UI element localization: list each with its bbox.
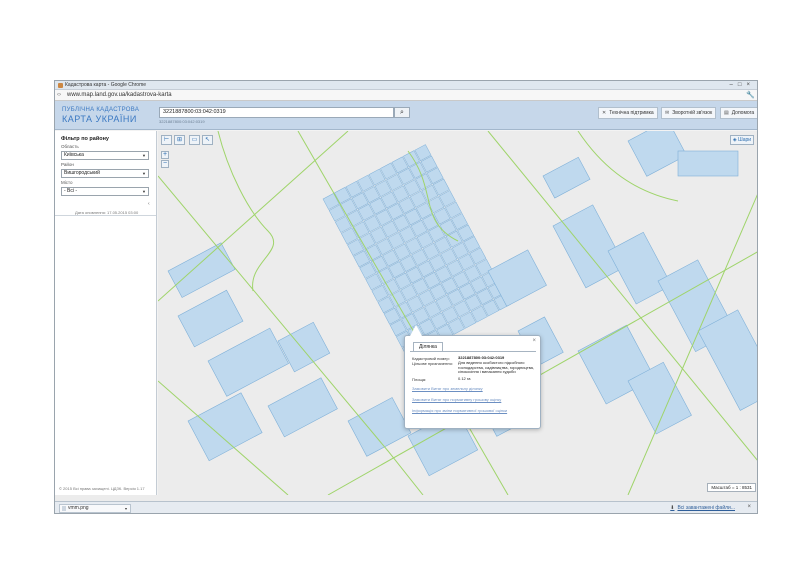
area-value: 0.12 га: [458, 376, 471, 381]
mail-icon: ✉: [665, 110, 670, 116]
close-icon[interactable]: ×: [532, 338, 536, 344]
logo-line-1: ПУБЛІЧНА КАДАСТРОВА: [62, 107, 140, 113]
popup-pointer: [410, 325, 422, 336]
land-parcel: [177, 289, 244, 348]
measure-area-tool[interactable]: ⊞: [174, 135, 185, 145]
purpose-value: Для ведення особистого підсобного господ…: [458, 360, 534, 374]
app-header: ПУБЛІЧНА КАДАСТРОВА КАРТА УКРАЇНИ 322188…: [55, 101, 757, 130]
close-icon[interactable]: ×: [747, 504, 751, 510]
copyright: © 2015 Всі права захищені. ЦДЗК. Версія …: [59, 486, 145, 491]
zoom-out-button[interactable]: −: [161, 160, 169, 168]
file-icon: [62, 506, 66, 511]
collapse-icon[interactable]: ‹: [148, 201, 154, 207]
all-downloads-label: Всі завантажені файли...: [677, 505, 735, 511]
browser-window: Кадастрова карта - Google Chrome –□× ‹› …: [54, 80, 758, 514]
print-tool[interactable]: ▭: [189, 135, 200, 145]
area-label: Площа:: [412, 377, 427, 382]
tools-icon: ✕: [602, 110, 607, 116]
download-icon: ⬇: [670, 505, 675, 511]
tab-parcel[interactable]: Ділянка: [413, 342, 443, 351]
layers-button[interactable]: ◈ Шари: [730, 135, 754, 145]
land-parcel: [207, 327, 289, 397]
land-parcel: [167, 242, 236, 298]
tech-support-label: Технічна підтримка: [609, 110, 654, 116]
measure-length-tool[interactable]: ⊢: [161, 135, 172, 145]
download-item[interactable]: vmm.png ▾: [59, 504, 131, 513]
order-valuation-link[interactable]: Замовити Витяг про нормативну грошову оц…: [412, 397, 501, 402]
help-button[interactable]: ▤ Допомога: [720, 107, 757, 119]
land-parcel: [187, 392, 263, 462]
sidebar-divider: [55, 215, 156, 216]
cursor-icon: ↖: [204, 137, 211, 143]
oblast-label: Область: [61, 144, 79, 149]
oblast-value: Київська: [64, 152, 84, 158]
land-parcel: [552, 204, 627, 289]
layers-label: Шари: [738, 137, 752, 143]
filter-title: Фільтр по району: [61, 136, 109, 142]
tech-support-button[interactable]: ✕ Технічна підтримка: [598, 107, 658, 119]
search-input[interactable]: 3221887800:03:042:0319: [159, 107, 394, 118]
filter-sidebar: Фільтр по району Область Київська ▼ Район…: [55, 131, 157, 513]
search-icon: ⌕: [400, 109, 404, 116]
window-title: Кадастрова карта - Google Chrome: [65, 82, 147, 88]
map-canvas[interactable]: [158, 131, 758, 495]
misto-select[interactable]: - Всі - ▼: [61, 187, 149, 196]
misto-value: - Всі -: [64, 188, 78, 194]
book-icon: ▤: [724, 110, 729, 116]
boundary-line: [158, 380, 289, 495]
help-label: Допомога: [731, 110, 755, 116]
oblast-select[interactable]: Київська ▼: [61, 151, 149, 160]
land-parcel: [677, 150, 739, 177]
download-filename: vmm.png: [68, 505, 89, 511]
chrome-tab-icon: [58, 83, 63, 88]
print-icon: ▭: [191, 137, 198, 143]
search-button[interactable]: ⌕: [394, 107, 410, 118]
order-extract-link[interactable]: Замовити Витяг про земельну ділянку: [412, 386, 483, 391]
cadastral-map[interactable]: ⊢ ⊞ ▭ ↖ + − ◈ Шари × Ділянка Кадастровий…: [158, 131, 758, 495]
window-controls[interactable]: –□×: [730, 81, 755, 90]
map-scale: Масштаб = 1 : 8531: [707, 483, 756, 492]
misto-label: Місто: [61, 180, 73, 185]
wrench-icon[interactable]: 🔧: [746, 90, 755, 101]
chevron-down-icon: ▼: [142, 189, 146, 194]
chevron-down-icon[interactable]: ▾: [125, 505, 127, 512]
all-downloads-link[interactable]: ⬇ Всі завантажені файли...: [670, 505, 735, 511]
land-parcel: [347, 397, 412, 457]
url-text[interactable]: www.map.land.gov.ua/kadastrova-karta: [67, 92, 172, 98]
ruler-icon: ⊢: [163, 137, 170, 143]
identify-tool[interactable]: ↖: [202, 135, 213, 145]
window-titlebar: Кадастрова карта - Google Chrome –□×: [55, 81, 757, 90]
download-shelf: vmm.png ▾ ⬇ Всі завантажені файли... ×: [55, 501, 757, 513]
parcel-popup: × Ділянка Кадастровий номер: 3221887800:…: [404, 325, 541, 429]
raion-select[interactable]: Вишгородський ▼: [61, 169, 149, 178]
purpose-label: Цільове призначення:: [412, 361, 453, 366]
boundary-line: [158, 131, 349, 302]
raion-value: Вишгородський: [64, 170, 100, 176]
address-bar[interactable]: ‹› www.map.land.gov.ua/kadastrova-karta …: [55, 90, 757, 101]
search-hint: 3221887800:03:042:0319: [159, 119, 205, 124]
chevron-down-icon: ▼: [142, 153, 146, 158]
land-parcel: [542, 156, 591, 199]
valuation-changes-link[interactable]: Інформація про зміни нормативної грошово…: [412, 408, 507, 413]
area-icon: ⊞: [176, 137, 183, 143]
feedback-label: Зворотній зв'язок: [672, 110, 713, 116]
raion-label: Район: [61, 162, 74, 167]
chevron-down-icon: ▼: [142, 171, 146, 176]
land-parcel: [607, 231, 672, 305]
popup-divider: [410, 351, 536, 352]
back-forward-icon[interactable]: ‹›: [57, 90, 61, 101]
feedback-button[interactable]: ✉ Зворотній зв'язок: [661, 107, 717, 119]
zoom-in-button[interactable]: +: [161, 151, 169, 159]
land-parcel: [267, 377, 338, 438]
logo-line-2: КАРТА УКРАЇНИ: [62, 114, 137, 124]
